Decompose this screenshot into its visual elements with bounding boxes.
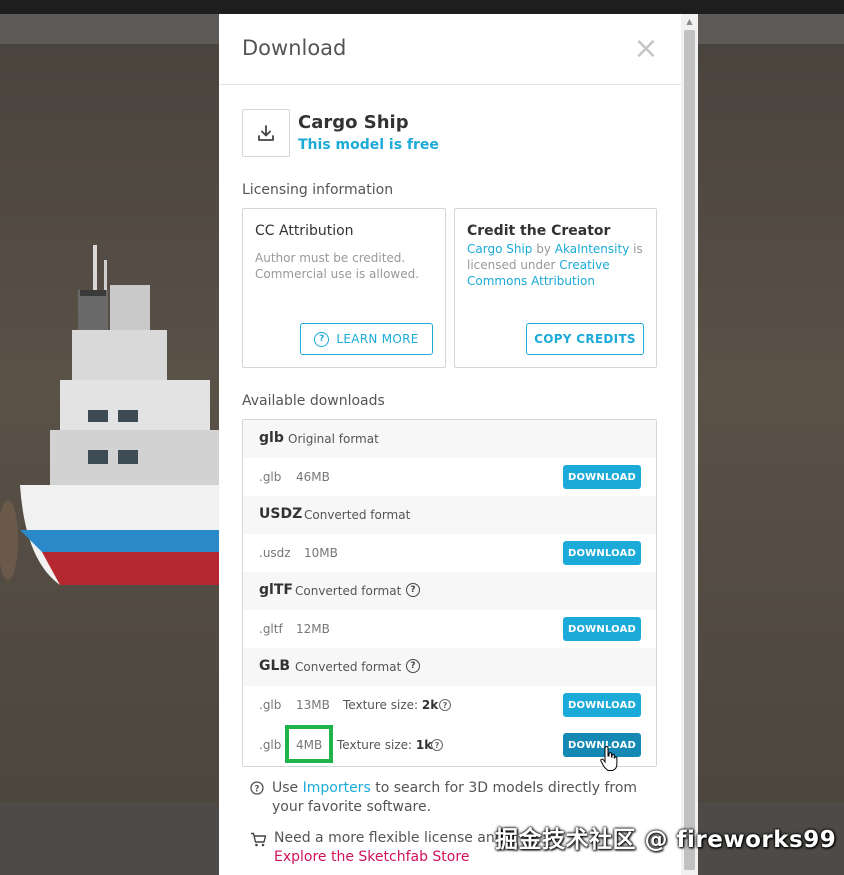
- model-link[interactable]: Cargo Ship: [467, 242, 532, 256]
- learn-more-label: LEARN MORE: [336, 332, 419, 346]
- model-price-status: This model is free: [298, 137, 439, 153]
- file-size: 13MB: [296, 698, 330, 712]
- help-circle-icon: ?: [314, 331, 330, 347]
- format-description: Original format: [288, 432, 379, 446]
- format-description: Converted format: [304, 508, 411, 522]
- file-size: 10MB: [304, 546, 338, 560]
- credit-card-title: Credit the Creator: [467, 223, 611, 239]
- file-row: .usdz 10MB DOWNLOAD: [243, 534, 656, 572]
- copy-credits-button[interactable]: COPY CREDITS: [526, 323, 644, 355]
- importers-prefix: Use: [272, 780, 303, 796]
- texture-size-value: 2k: [421, 698, 439, 712]
- importers-info: Use Importers to search for 3D models di…: [272, 779, 662, 817]
- credit-card-text: Cargo Ship by AkaIntensity is licensed u…: [467, 241, 647, 289]
- sketchfab-store-link[interactable]: Explore the Sketchfab Store: [274, 848, 469, 867]
- help-circle-icon[interactable]: ?: [431, 739, 443, 751]
- texture-size: Texture size: 1k: [337, 738, 432, 752]
- file-size: 46MB: [296, 470, 330, 484]
- format-description: Converted format: [295, 584, 402, 598]
- importers-link[interactable]: Importers: [303, 780, 371, 796]
- model-name: Cargo Ship: [298, 112, 409, 133]
- cargo-ship-preview-image: [0, 245, 230, 585]
- modal-header: Download ×: [219, 14, 681, 85]
- texture-size-label: Texture size:: [337, 738, 413, 752]
- modal-title: Download: [242, 36, 347, 60]
- file-extension: .glb: [259, 470, 282, 484]
- licensing-section-label: Licensing information: [242, 182, 394, 198]
- cart-icon: [251, 832, 267, 847]
- pointer-cursor-icon: [600, 746, 618, 771]
- format-header-usdz: USDZ Converted format: [243, 496, 656, 534]
- format-header-glb-converted: GLB Converted format ?: [243, 648, 656, 686]
- help-circle-icon: ?: [250, 781, 264, 795]
- file-row: .glb 46MB DOWNLOAD: [243, 458, 656, 496]
- help-circle-icon[interactable]: ?: [406, 583, 420, 597]
- download-button[interactable]: DOWNLOAD: [563, 617, 641, 641]
- credit-by-text: by: [532, 242, 555, 256]
- file-extension: .gltf: [259, 622, 283, 636]
- format-name: USDZ: [259, 506, 303, 522]
- download-modal: Download × ▲ Cargo Ship This model is fr…: [219, 14, 698, 875]
- file-size: 12MB: [296, 622, 330, 636]
- format-name: glb: [259, 430, 284, 446]
- file-extension: .glb: [259, 738, 282, 752]
- format-header-glb: glb Original format: [243, 420, 656, 458]
- file-extension: .glb: [259, 698, 282, 712]
- downloads-list: glb Original format .glb 46MB DOWNLOAD U…: [242, 419, 657, 767]
- help-circle-icon[interactable]: ?: [406, 659, 420, 673]
- download-button[interactable]: DOWNLOAD: [563, 693, 641, 717]
- format-name: GLB: [259, 658, 291, 674]
- credit-creator-card: Credit the Creator Cargo Ship by AkaInte…: [454, 208, 657, 368]
- cc-card-description: Author must be credited. Commercial use …: [255, 251, 420, 281]
- texture-size-label: Texture size:: [343, 698, 419, 712]
- close-icon[interactable]: ×: [631, 32, 661, 66]
- size-highlight-annotation: [285, 725, 333, 763]
- download-button[interactable]: DOWNLOAD: [563, 465, 641, 489]
- format-name: glTF: [259, 582, 293, 598]
- cc-attribution-card: CC Attribution Author must be credited. …: [242, 208, 446, 368]
- file-extension: .usdz: [259, 546, 291, 560]
- scrollbar-thumb[interactable]: [684, 30, 695, 870]
- format-description: Converted format: [295, 660, 402, 674]
- browser-top-strip: [0, 0, 844, 14]
- help-circle-icon[interactable]: ?: [439, 699, 451, 711]
- cc-card-title: CC Attribution: [255, 223, 354, 239]
- download-icon: [242, 109, 290, 157]
- learn-more-button[interactable]: ? LEARN MORE: [300, 323, 433, 355]
- watermark-text: 掘金技术社区 @ fireworks99: [495, 827, 837, 853]
- file-row: .glb 13MB Texture size: 2k ? DOWNLOAD: [243, 686, 656, 724]
- modal-scrollbar[interactable]: ▲: [681, 14, 698, 875]
- svg-text:?: ?: [255, 784, 260, 794]
- author-link[interactable]: AkaIntensity: [555, 242, 630, 256]
- downloads-section-label: Available downloads: [242, 393, 385, 409]
- texture-size: Texture size: 2k: [343, 698, 438, 712]
- copy-credits-label: COPY CREDITS: [534, 332, 636, 346]
- texture-size-value: 1k: [415, 738, 433, 752]
- scroll-up-arrow-icon[interactable]: ▲: [681, 14, 698, 30]
- download-button[interactable]: DOWNLOAD: [563, 541, 641, 565]
- store-info: Need a more flexible license and h: [274, 830, 517, 846]
- format-header-gltf: glTF Converted format ?: [243, 572, 656, 610]
- file-row: .gltf 12MB DOWNLOAD: [243, 610, 656, 648]
